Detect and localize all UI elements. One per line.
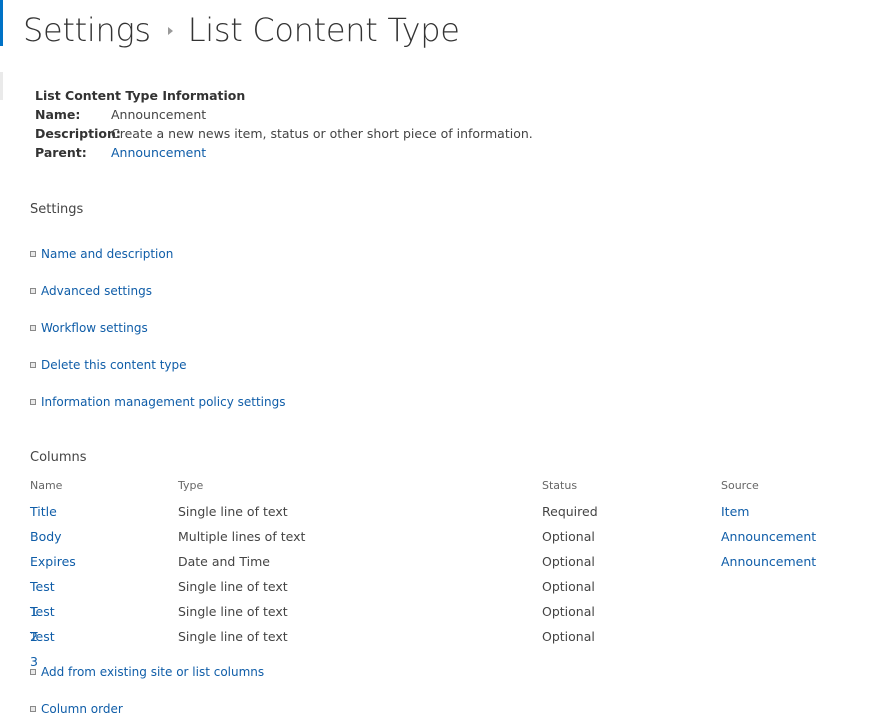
square-bullet-icon (30, 668, 36, 675)
column-status: Optional (542, 604, 595, 619)
column-type: Single line of text (178, 579, 288, 594)
delete-content-type-link[interactable]: Delete this content type (41, 358, 187, 372)
left-edge-marker (0, 72, 3, 100)
column-name-link[interactable]: Body (30, 524, 62, 549)
settings-page: Settings List Content Type List Content … (0, 0, 878, 723)
column-header-status: Status (542, 479, 578, 492)
accent-bar (0, 0, 3, 46)
column-name-link[interactable]: Expires (30, 549, 76, 574)
column-source-link[interactable]: Announcement (721, 549, 816, 574)
info-row-name: Name: Announcement (35, 105, 533, 124)
column-status: Optional (542, 554, 595, 569)
list-item: Workflow settings (30, 309, 285, 346)
list-item: Name and description (30, 235, 285, 272)
parent-label: Parent: (35, 145, 87, 160)
square-bullet-icon (30, 705, 36, 712)
column-status: Optional (542, 529, 595, 544)
list-item: Add from existing site or list columns (30, 653, 264, 690)
square-bullet-icon (30, 287, 36, 294)
square-bullet-icon (30, 250, 36, 257)
description-value: Create a new news item, status or other … (111, 126, 533, 141)
settings-heading: Settings (30, 202, 84, 217)
list-item: Column order (30, 690, 264, 723)
column-order-link[interactable]: Column order (41, 702, 123, 716)
column-type: Single line of text (178, 604, 288, 619)
page-title: Settings List Content Type (23, 8, 460, 52)
column-type: Single line of text (178, 504, 288, 519)
add-existing-columns-link[interactable]: Add from existing site or list columns (41, 665, 264, 679)
column-source-link[interactable]: Item (721, 499, 749, 524)
page-title-text: List Content Type (187, 11, 460, 49)
information-management-policy-link[interactable]: Information management policy settings (41, 395, 285, 409)
workflow-settings-link[interactable]: Workflow settings (41, 321, 148, 335)
chevron-right-icon (167, 27, 173, 35)
info-row-description: Description: Create a new news item, sta… (35, 124, 533, 143)
column-type: Multiple lines of text (178, 529, 306, 544)
column-header-source: Source (721, 479, 759, 492)
square-bullet-icon (30, 324, 36, 331)
column-status: Optional (542, 579, 595, 594)
list-item: Information management policy settings (30, 383, 285, 420)
column-type: Single line of text (178, 629, 288, 644)
info-heading: List Content Type Information (35, 88, 246, 103)
list-item: Delete this content type (30, 346, 285, 383)
name-label: Name: (35, 107, 81, 122)
description-label: Description: (35, 126, 121, 141)
name-and-description-link[interactable]: Name and description (41, 247, 173, 261)
column-header-name: Name (30, 479, 63, 492)
columns-heading: Columns (30, 450, 87, 465)
column-header-type: Type (178, 479, 204, 492)
square-bullet-icon (30, 361, 36, 368)
parent-link[interactable]: Announcement (111, 143, 206, 162)
column-status: Required (542, 504, 598, 519)
advanced-settings-link[interactable]: Advanced settings (41, 284, 152, 298)
info-row-parent: Parent: Announcement (35, 143, 533, 162)
square-bullet-icon (30, 398, 36, 405)
column-status: Optional (542, 629, 595, 644)
columns-link-list: Add from existing site or list columns C… (30, 653, 264, 723)
column-source-link[interactable]: Announcement (721, 524, 816, 549)
content-type-info: List Content Type Information Name: Anno… (35, 87, 533, 162)
column-type: Date and Time (178, 554, 270, 569)
breadcrumb-settings-link[interactable]: Settings (23, 11, 151, 49)
list-item: Advanced settings (30, 272, 285, 309)
settings-link-list: Name and description Advanced settings W… (30, 235, 285, 420)
column-name-link[interactable]: Title (30, 499, 57, 524)
name-value: Announcement (111, 107, 207, 122)
